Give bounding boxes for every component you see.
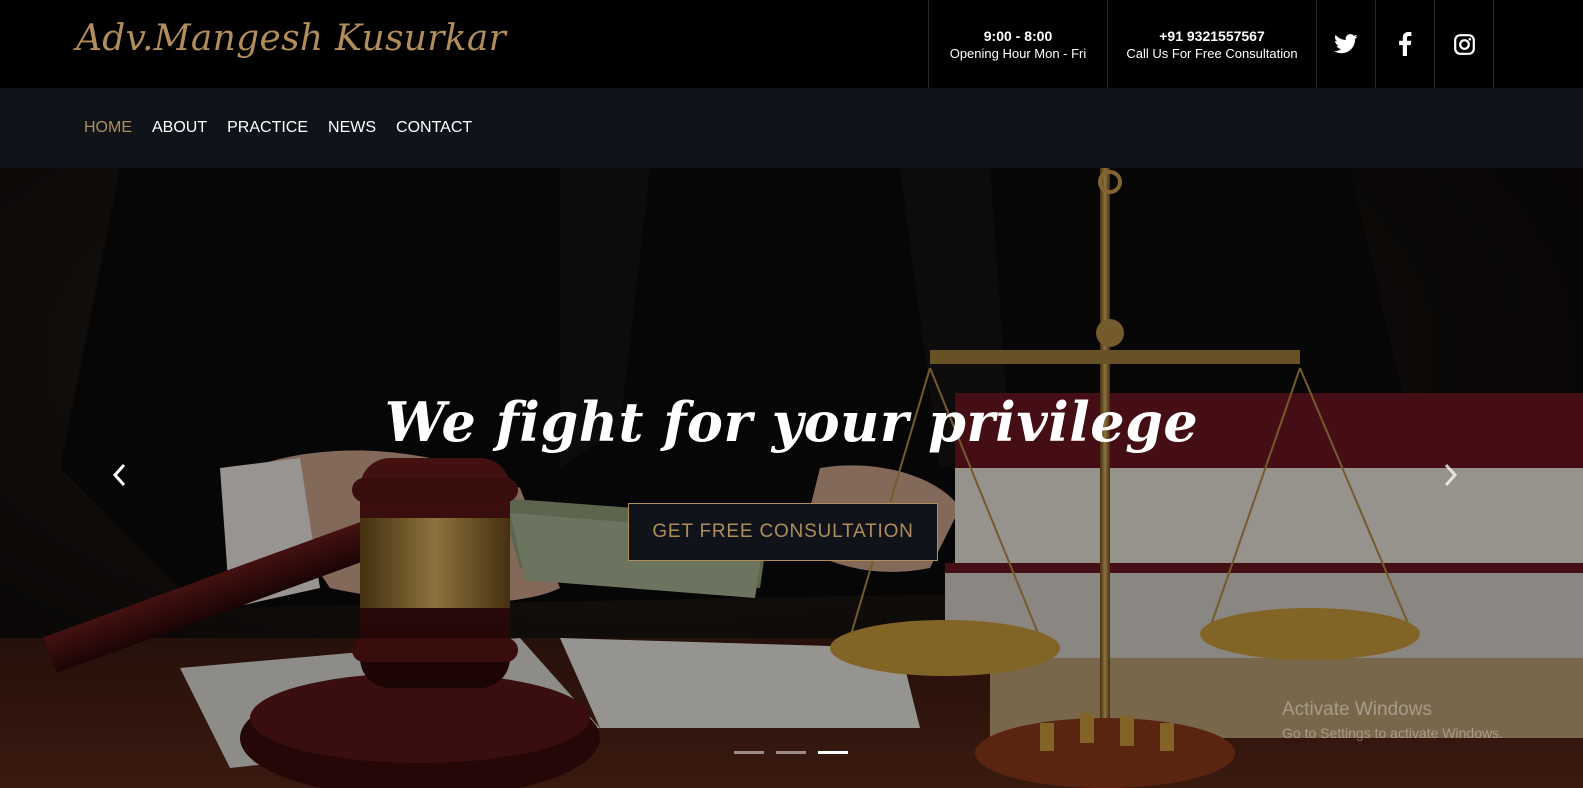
twitter-link[interactable] — [1316, 0, 1375, 88]
nav-item-practice[interactable]: PRACTICE — [227, 119, 308, 137]
nav-item-contact[interactable]: CONTACT — [396, 119, 472, 137]
carousel-indicator-1[interactable] — [734, 751, 764, 754]
hero-overlay — [0, 168, 1583, 788]
chevron-right-icon — [1444, 463, 1458, 487]
instagram-link[interactable] — [1434, 0, 1494, 88]
nav-item-home[interactable]: HOME — [84, 119, 132, 137]
opening-hours: 9:00 - 8:00 Opening Hour Mon - Fri — [928, 0, 1107, 88]
watermark-subtitle: Go to Settings to activate Windows. — [1282, 725, 1503, 741]
facebook-link[interactable] — [1375, 0, 1434, 88]
instagram-icon — [1453, 33, 1475, 55]
phone-contact[interactable]: +91 9321557567 Call Us For Free Consulta… — [1107, 0, 1316, 88]
chevron-left-icon — [112, 463, 126, 487]
watermark-title: Activate Windows — [1282, 699, 1432, 720]
carousel-indicator-2[interactable] — [776, 751, 806, 754]
facebook-icon — [1399, 32, 1412, 56]
site-logo[interactable]: Adv.Mangesh Kusurkar — [76, 18, 506, 59]
hero-carousel: We fight for your privilege GET FREE CON… — [0, 168, 1583, 788]
phone-label: Call Us For Free Consultation — [1126, 45, 1298, 61]
main-navigation: HOME ABOUT PRACTICE NEWS CONTACT — [0, 88, 1583, 168]
hero-headline: We fight for your privilege — [384, 390, 1199, 454]
carousel-prev-button[interactable] — [104, 460, 134, 490]
activate-windows-watermark: Activate Windows Go to Settings to activ… — [1282, 698, 1503, 744]
top-bar: Adv.Mangesh Kusurkar 9:00 - 8:00 Opening… — [0, 0, 1583, 88]
phone-number[interactable]: +91 9321557567 — [1159, 27, 1265, 45]
nav-item-news[interactable]: NEWS — [328, 119, 376, 137]
carousel-indicator-3[interactable] — [818, 751, 848, 754]
carousel-indicators — [734, 751, 860, 754]
opening-hours-time: 9:00 - 8:00 — [983, 27, 1053, 44]
nav-list: HOME ABOUT PRACTICE NEWS CONTACT — [84, 88, 492, 168]
nav-item-about[interactable]: ABOUT — [152, 119, 207, 137]
opening-hours-label: Opening Hour Mon - Fri — [949, 45, 1087, 61]
twitter-icon — [1334, 34, 1358, 54]
carousel-next-button[interactable] — [1436, 460, 1466, 490]
get-free-consultation-button[interactable]: GET FREE CONSULTATION — [628, 503, 938, 561]
